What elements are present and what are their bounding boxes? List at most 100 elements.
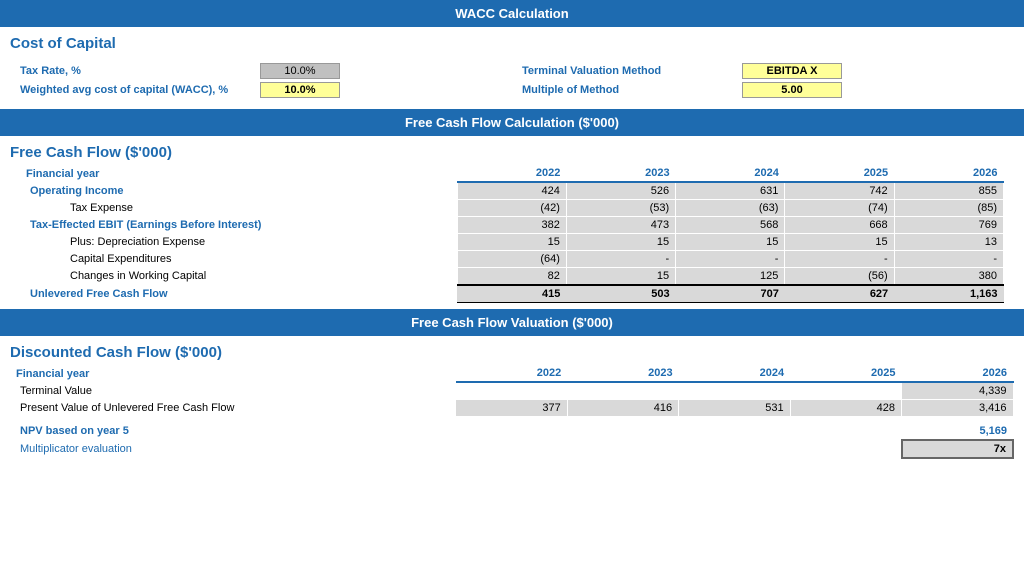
- dcf-cell-0-0: [456, 382, 567, 400]
- dcf-cell-0-4: 4,339: [902, 382, 1013, 400]
- tax-rate-value[interactable]: 10.0%: [260, 63, 340, 79]
- fcf-header: Free Cash Flow Calculation ($'000): [0, 109, 1024, 136]
- fcf-cell-5-3: (56): [785, 268, 894, 286]
- fcf-cell-5-2: 125: [676, 268, 785, 286]
- multiplicator-row: Multiplicator evaluation7x: [10, 440, 1013, 458]
- dcf-year-2022: 2022: [456, 365, 567, 382]
- dcf-cell-0-1: [567, 382, 678, 400]
- fcf-cell-1-2: (63): [676, 200, 785, 217]
- fcf-cell-3-3: 15: [785, 234, 894, 251]
- fcf-year-2022: 2022: [457, 165, 566, 182]
- fcf-row-0: Operating Income424526631742855: [20, 182, 1004, 200]
- fcf-cell-0-3: 742: [785, 182, 894, 200]
- fcf-cell-3-1: 15: [566, 234, 675, 251]
- fcf-row-label-3: Plus: Depreciation Expense: [20, 234, 457, 251]
- fcf-table-container: Financial year 2022 2023 2024 2025 2026 …: [0, 165, 1024, 303]
- dcf-year-2023: 2023: [567, 365, 678, 382]
- dcf-year-2024: 2024: [679, 365, 790, 382]
- fcf-year-2023: 2023: [566, 165, 675, 182]
- fcf-cell-3-4: 13: [894, 234, 1003, 251]
- cost-of-capital-title: Cost of Capital: [0, 27, 1024, 56]
- npv-empty-1: [567, 417, 678, 441]
- fcf-row-label-5: Changes in Working Capital: [20, 268, 457, 286]
- fcf-cell-4-0: (64): [457, 251, 566, 268]
- fcf-row-label-4: Capital Expenditures: [20, 251, 457, 268]
- dcf-title: Discounted Cash Flow ($'000): [0, 336, 1024, 365]
- dcf-cell-0-2: [679, 382, 790, 400]
- fcf-cell-2-0: 382: [457, 217, 566, 234]
- dcf-row-1: Present Value of Unlevered Free Cash Flo…: [10, 400, 1013, 417]
- wacc-value[interactable]: 10.0%: [260, 82, 340, 98]
- terminal-method-value[interactable]: EBITDA X: [742, 63, 842, 79]
- dcf-cell-1-4: 3,416: [902, 400, 1013, 417]
- wacc-label: Weighted avg cost of capital (WACC), %: [20, 84, 260, 96]
- terminal-method-label: Terminal Valuation Method: [522, 65, 742, 77]
- fcf-cell-0-4: 855: [894, 182, 1003, 200]
- fcf-row-4: Capital Expenditures(64)----: [20, 251, 1004, 268]
- fcf-header-row: Financial year 2022 2023 2024 2025 2026: [20, 165, 1004, 182]
- cost-of-capital-content: Tax Rate, % 10.0% Weighted avg cost of c…: [0, 56, 1024, 109]
- fcf-cell-4-1: -: [566, 251, 675, 268]
- fcf-cell-6-0: 415: [457, 285, 566, 303]
- fcf-row-2: Tax-Effected EBIT (Earnings Before Inter…: [20, 217, 1004, 234]
- fcf-cell-0-0: 424: [457, 182, 566, 200]
- multiple-method-value[interactable]: 5.00: [742, 82, 842, 98]
- fcf-cell-0-2: 631: [676, 182, 785, 200]
- fcf-cell-2-2: 568: [676, 217, 785, 234]
- fcf-cell-6-3: 627: [785, 285, 894, 303]
- npv-label: NPV based on year 5: [10, 417, 456, 441]
- tax-rate-row: Tax Rate, % 10.0%: [20, 63, 502, 79]
- mult-empty-1: [567, 440, 678, 458]
- dcf-header: Free Cash Flow Valuation ($'000): [0, 309, 1024, 336]
- fcf-row-6: Unlevered Free Cash Flow4155037076271,16…: [20, 285, 1004, 303]
- dcf-table-container: Financial year 2022 2023 2024 2025 2026 …: [0, 365, 1024, 459]
- fcf-title: Free Cash Flow ($'000): [0, 136, 1024, 165]
- fcf-row-1: Tax Expense(42)(53)(63)(74)(85): [20, 200, 1004, 217]
- dcf-row-label-0: Terminal Value: [10, 382, 456, 400]
- fcf-row-label-6: Unlevered Free Cash Flow: [20, 285, 457, 303]
- fcf-cell-6-1: 503: [566, 285, 675, 303]
- fcf-cell-5-1: 15: [566, 268, 675, 286]
- dcf-year-2026: 2026: [902, 365, 1013, 382]
- cost-left-panel: Tax Rate, % 10.0% Weighted avg cost of c…: [20, 60, 502, 101]
- npv-empty-2: [679, 417, 790, 441]
- multiple-method-row: Multiple of Method 5.00: [522, 82, 1004, 98]
- fcf-cell-5-4: 380: [894, 268, 1003, 286]
- cost-of-capital-section: Cost of Capital Tax Rate, % 10.0% Weight…: [0, 27, 1024, 109]
- wacc-header: WACC Calculation: [0, 0, 1024, 27]
- fcf-cell-1-1: (53): [566, 200, 675, 217]
- fcf-cell-2-4: 769: [894, 217, 1003, 234]
- tax-rate-label: Tax Rate, %: [20, 65, 260, 77]
- dcf-table: Financial year 2022 2023 2024 2025 2026 …: [10, 365, 1014, 459]
- fcf-section: Free Cash Flow ($'000) Financial year 20…: [0, 136, 1024, 303]
- dcf-fy-header: Financial year: [10, 365, 456, 382]
- fcf-row-label-2: Tax-Effected EBIT (Earnings Before Inter…: [20, 217, 457, 234]
- fcf-cell-4-3: -: [785, 251, 894, 268]
- dcf-row-label-1: Present Value of Unlevered Free Cash Flo…: [10, 400, 456, 417]
- multiplicator-value: 7x: [902, 440, 1013, 458]
- fcf-year-2025: 2025: [785, 165, 894, 182]
- fcf-cell-3-0: 15: [457, 234, 566, 251]
- fcf-cell-4-2: -: [676, 251, 785, 268]
- fcf-cell-1-0: (42): [457, 200, 566, 217]
- wacc-row: Weighted avg cost of capital (WACC), % 1…: [20, 82, 502, 98]
- dcf-header-row: Financial year 2022 2023 2024 2025 2026: [10, 365, 1013, 382]
- npv-empty-3: [790, 417, 901, 441]
- mult-empty-2: [679, 440, 790, 458]
- fcf-row-3: Plus: Depreciation Expense1515151513: [20, 234, 1004, 251]
- dcf-cell-1-1: 416: [567, 400, 678, 417]
- dcf-cell-1-2: 531: [679, 400, 790, 417]
- dcf-row-0: Terminal Value 4,339: [10, 382, 1013, 400]
- fcf-row-label-0: Operating Income: [20, 182, 457, 200]
- npv-empty-0: [456, 417, 567, 441]
- dcf-cell-0-3: [790, 382, 901, 400]
- fcf-table: Financial year 2022 2023 2024 2025 2026 …: [20, 165, 1004, 303]
- dcf-year-2025: 2025: [790, 365, 901, 382]
- fcf-cell-6-4: 1,163: [894, 285, 1003, 303]
- dcf-section: Discounted Cash Flow ($'000) Financial y…: [0, 336, 1024, 459]
- dcf-cell-1-3: 428: [790, 400, 901, 417]
- npv-value: 5,169: [902, 417, 1013, 441]
- npv-row: NPV based on year 5 5,169: [10, 417, 1013, 441]
- multiple-method-label: Multiple of Method: [522, 84, 742, 96]
- fcf-year-2024: 2024: [676, 165, 785, 182]
